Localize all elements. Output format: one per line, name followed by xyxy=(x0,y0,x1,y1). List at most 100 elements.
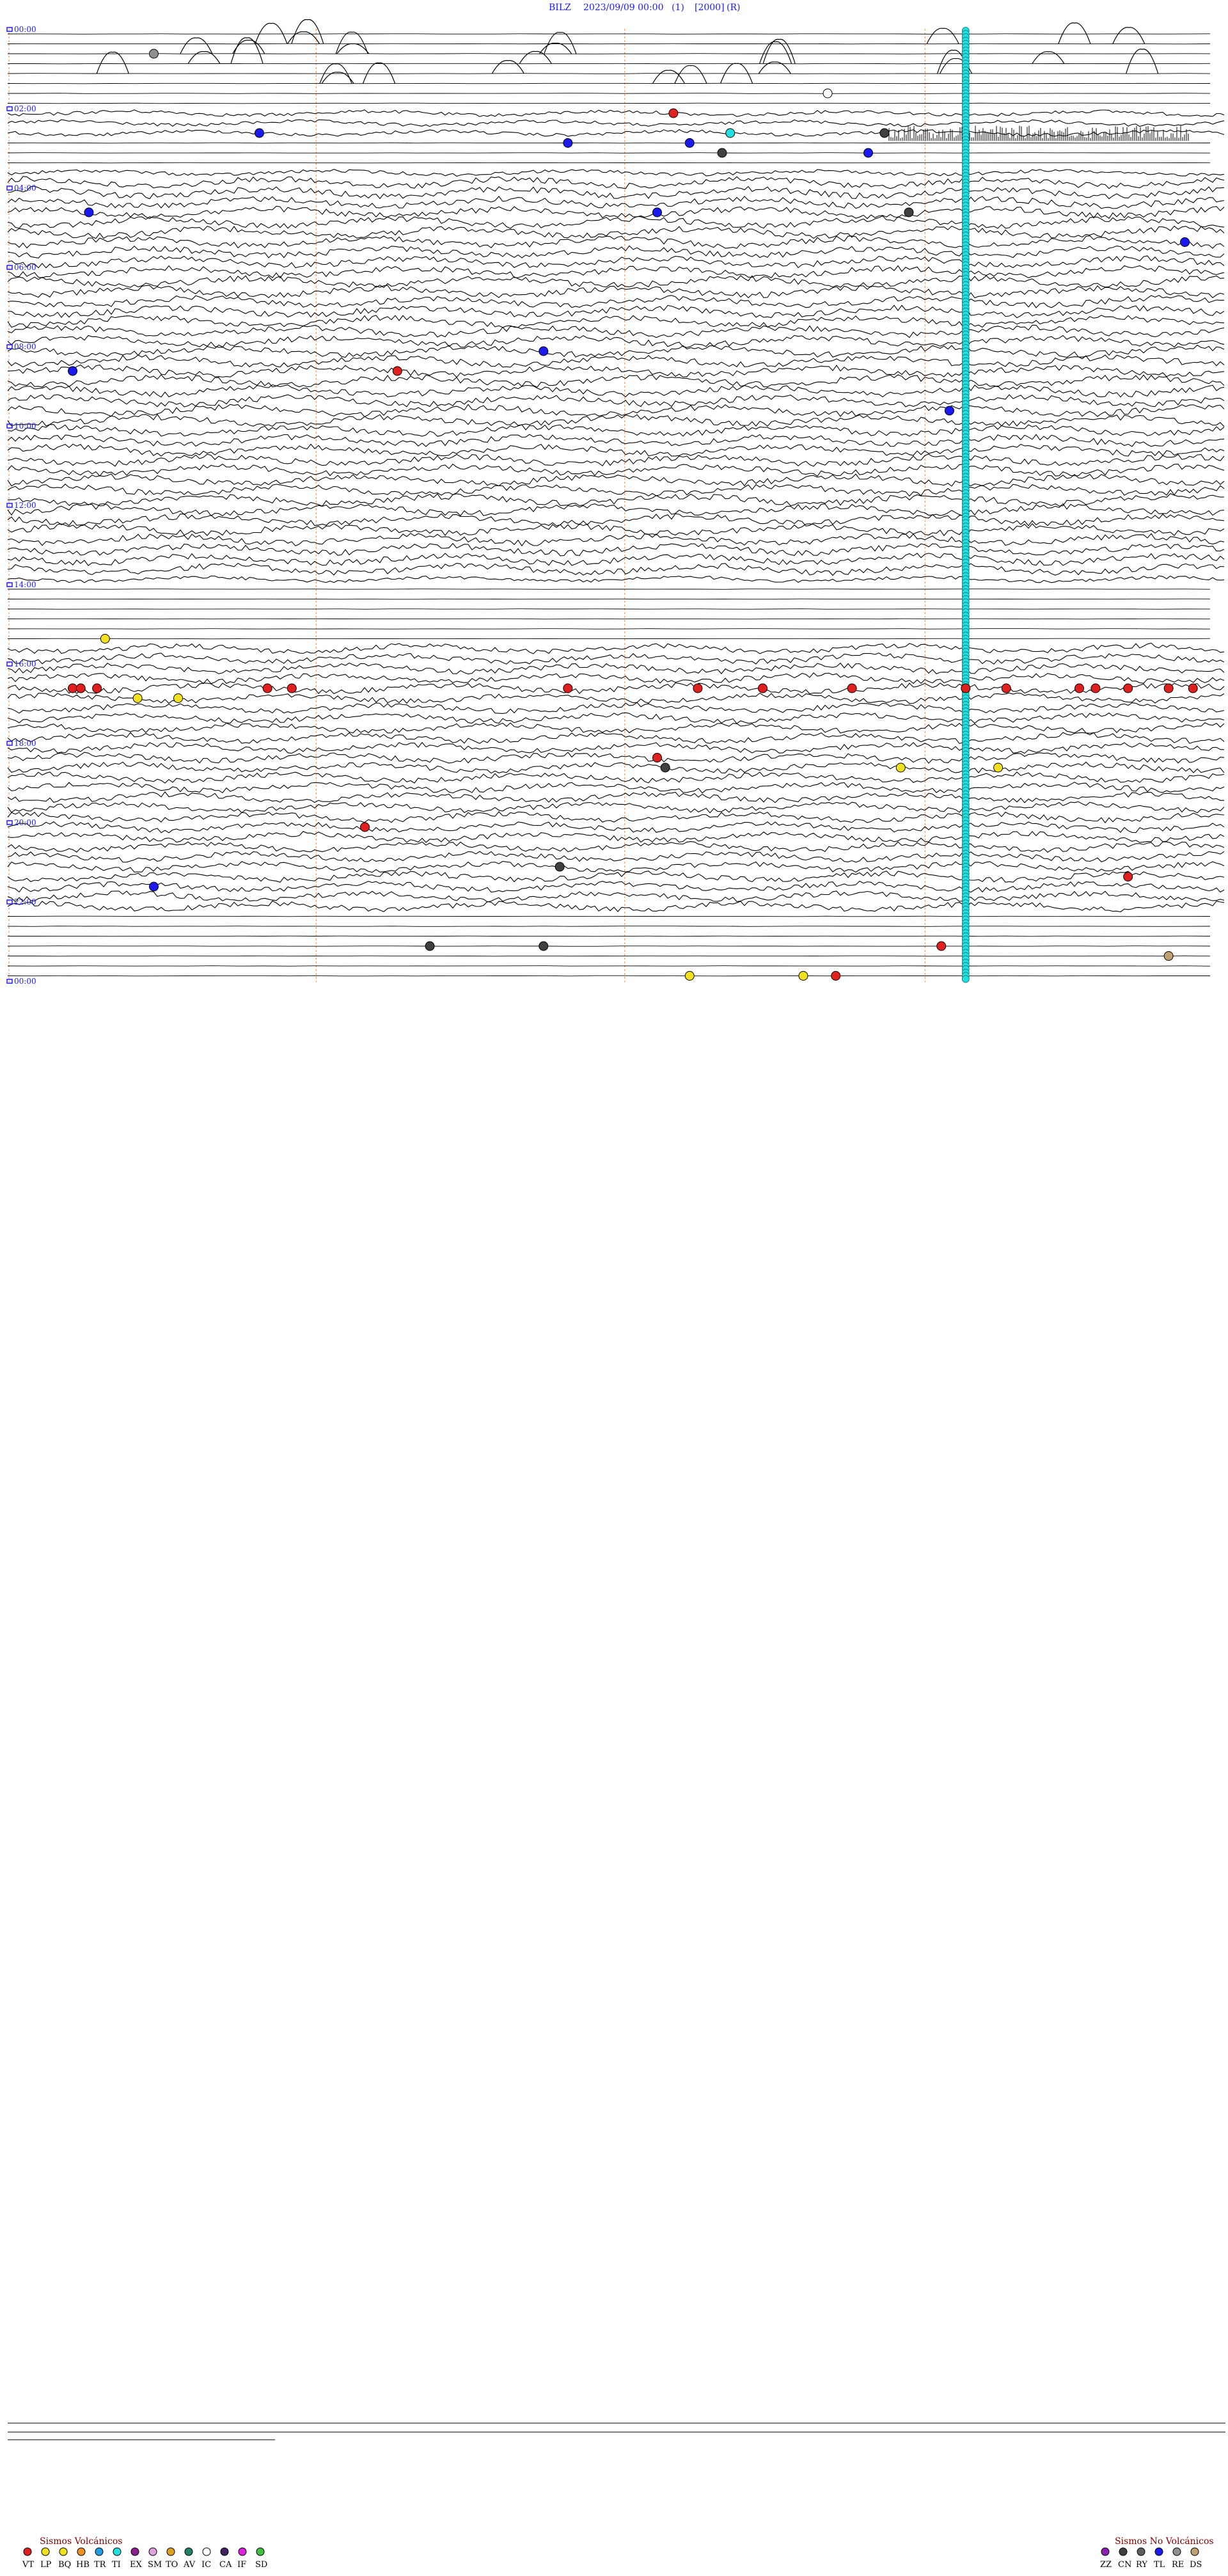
trace-line xyxy=(7,129,1225,137)
legend-nonvolcanic-swatch xyxy=(1101,2547,1110,2556)
event-marker-lp xyxy=(100,634,110,644)
trace-line xyxy=(7,83,1211,84)
event-marker-cn xyxy=(425,941,435,951)
trace-line xyxy=(7,255,1225,269)
trace-line xyxy=(7,109,1225,117)
header-datetime: 2023/09/09 00:00 xyxy=(583,3,664,13)
legend-volcanic-code: HB xyxy=(76,2560,90,2570)
event-marker-re xyxy=(148,49,159,59)
legend-volcanic-title: Sismos Volcánicos xyxy=(40,2536,122,2547)
hour-label: 06:00 xyxy=(14,263,36,272)
trace-line xyxy=(7,871,1225,883)
legend-volcanic-swatch xyxy=(95,2547,104,2556)
trace-line xyxy=(7,162,1211,164)
trace-line xyxy=(7,484,1225,497)
trace-line xyxy=(8,608,1211,610)
trace-line xyxy=(7,275,1225,288)
event-marker-vt xyxy=(92,683,102,693)
event-marker-tl xyxy=(563,138,573,148)
legend-volcanic-code: AV xyxy=(183,2560,196,2570)
legend-nonvolcanic: Sismos No Volcánicos ZZ CN RY TL RE DS xyxy=(1100,2536,1214,2570)
trace-line xyxy=(7,692,1225,704)
tremor-marker-column xyxy=(961,27,970,983)
trace-line xyxy=(7,542,1225,557)
trace-line xyxy=(7,562,1225,576)
legend-nonvolcanic-swatch xyxy=(1190,2547,1199,2556)
legend-volcanic-swatch xyxy=(166,2547,175,2556)
trace-line xyxy=(7,176,1225,189)
legend-volcanic-swatch xyxy=(130,2547,139,2556)
legend-volcanic-code: SM xyxy=(148,2560,162,2570)
legend-volcanic-code: TI xyxy=(112,2560,121,2570)
trace-line xyxy=(7,965,1211,967)
station-name: BILZ xyxy=(549,3,571,13)
legend-volcanic-swatch xyxy=(184,2547,193,2556)
event-marker-tl xyxy=(652,207,662,217)
trace-line xyxy=(7,575,1225,583)
trace-line xyxy=(7,354,1225,368)
hour-tick xyxy=(6,820,13,825)
trace-line xyxy=(7,860,1225,873)
event-marker-vt xyxy=(693,683,703,693)
event-marker-vt xyxy=(1074,683,1085,693)
trace-line xyxy=(7,374,1225,388)
trace-line xyxy=(7,926,1211,927)
event-marker-ds xyxy=(1163,951,1174,961)
hour-tick xyxy=(6,27,13,32)
trace-line xyxy=(8,638,1211,640)
trace-waveform xyxy=(544,31,577,54)
legend-nonvolcanic-swatch xyxy=(1154,2547,1163,2556)
legend-volcanic-code: BQ xyxy=(58,2560,71,2570)
trace-line xyxy=(7,841,1225,853)
trace-waveform xyxy=(321,72,354,84)
event-marker-vt xyxy=(1163,683,1174,693)
trace-waveform xyxy=(230,37,264,64)
trace-line xyxy=(7,741,1225,754)
legend-volcanic-code: VT xyxy=(22,2560,34,2570)
trace-line xyxy=(7,831,1225,843)
legend-nonvolcanic-swatch xyxy=(1172,2547,1181,2556)
event-marker-tl xyxy=(944,406,954,416)
legend-volcanic-code: IF xyxy=(237,2560,246,2570)
hour-label: 14:00 xyxy=(14,580,36,589)
legend-volcanic-swatch xyxy=(77,2547,86,2556)
legend-volcanic-swatch xyxy=(41,2547,50,2556)
trace-line xyxy=(7,752,1225,764)
trace-line xyxy=(7,900,1225,913)
trace-line xyxy=(7,791,1225,803)
legend-nonvolcanic-code: ZZ xyxy=(1100,2560,1112,2570)
event-marker-vt xyxy=(757,683,767,693)
header-field-3: (R) xyxy=(727,3,740,13)
trace-line xyxy=(7,821,1225,834)
hour-tick xyxy=(6,741,13,746)
hour-label: 00:00 xyxy=(14,977,36,986)
event-marker-lp xyxy=(132,693,143,703)
legend-volcanic-swatch xyxy=(238,2547,247,2556)
trace-line xyxy=(8,93,1211,94)
legend-volcanic-code: TO xyxy=(166,2560,178,2570)
legend-volcanic-swatch xyxy=(59,2547,68,2556)
trace-line xyxy=(7,285,1225,299)
trace-line xyxy=(7,851,1225,863)
trace-line xyxy=(7,523,1225,537)
trace-waveform xyxy=(1126,49,1159,74)
legend-volcanic-swatch xyxy=(220,2547,229,2556)
trace-waveform xyxy=(232,40,265,54)
event-marker-tl xyxy=(684,138,695,148)
trace-line xyxy=(7,335,1225,348)
trace-line xyxy=(7,642,1225,654)
trace-line xyxy=(7,324,1225,338)
event-marker-ti xyxy=(725,128,736,138)
event-marker-tl xyxy=(84,207,94,217)
event-marker-cn xyxy=(904,207,914,217)
trace-line xyxy=(7,424,1225,437)
trace-line xyxy=(7,245,1225,258)
event-marker-vt xyxy=(668,108,679,118)
legend-volcanic-swatch xyxy=(202,2547,211,2556)
hour-label: 00:00 xyxy=(14,25,36,34)
legend-volcanic-code: IC xyxy=(201,2560,211,2570)
trace-line xyxy=(7,169,1225,177)
legend-nonvolcanic-swatch xyxy=(1119,2547,1128,2556)
hour-tick xyxy=(6,106,13,111)
hour-tick xyxy=(6,979,13,984)
